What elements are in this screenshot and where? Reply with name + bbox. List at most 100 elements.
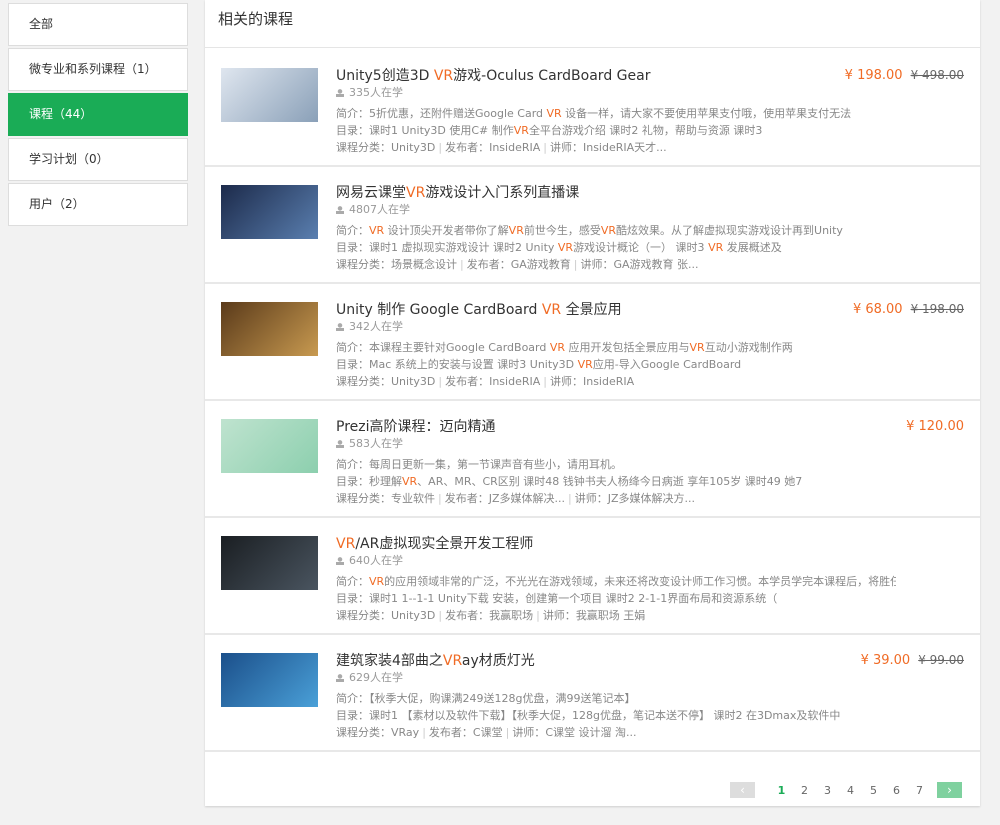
page-link[interactable]: 6 xyxy=(885,784,908,797)
page-link[interactable]: 7 xyxy=(908,784,931,797)
toc-label: 目录： xyxy=(336,475,369,488)
course-thumbnail[interactable] xyxy=(221,68,318,122)
course-thumbnail[interactable] xyxy=(221,536,318,590)
category-value[interactable]: Unity3D xyxy=(391,609,435,622)
text-segment: 课时1 【素材以及软件下载】【秋季大促，128g优盘，笔记本送不停】 课时2 在… xyxy=(369,709,841,722)
category-value[interactable]: VRay xyxy=(391,726,419,739)
teacher-label: 讲师： xyxy=(580,258,614,271)
teacher-value[interactable]: JZ多媒体解决方... xyxy=(608,492,695,505)
prev-page-button[interactable]: ‹ xyxy=(730,782,755,798)
sidebar-item[interactable]: 用户（2） xyxy=(8,183,188,226)
highlight-keyword: VR xyxy=(549,341,566,354)
sidebar-item[interactable]: 学习计划（0） xyxy=(8,138,188,181)
course-toc: 目录：课时1 Unity3D 使用C# 制作VR全平台游戏介绍 课时2 礼物，帮… xyxy=(336,122,896,139)
sidebar-item[interactable]: 课程（44） xyxy=(8,93,188,136)
separator: | xyxy=(438,609,443,622)
teacher-value[interactable]: GA游戏教育 张... xyxy=(614,258,699,271)
course-intro: 简介：5折优惠，还附件赠送Google Card VR 设备一样，请大家不要使用… xyxy=(336,105,896,122)
toc-label: 目录： xyxy=(336,592,369,605)
separator: | xyxy=(438,375,443,388)
page-link[interactable]: 4 xyxy=(839,784,862,797)
page-link[interactable]: 5 xyxy=(862,784,885,797)
page-link[interactable]: 2 xyxy=(793,784,816,797)
intro-label: 简介： xyxy=(336,575,369,588)
page-link[interactable]: 3 xyxy=(816,784,839,797)
publisher-value[interactable]: C课堂 xyxy=(473,726,503,739)
course-thumbnail[interactable] xyxy=(221,302,318,356)
course-toc: 目录：课时1 1--1-1 Unity下载 安装，创建第一个项目 课时2 2-1… xyxy=(336,590,896,607)
highlight-keyword: VR xyxy=(557,241,574,254)
publisher-label: 发布者： xyxy=(444,492,489,505)
category-value[interactable]: Unity3D xyxy=(391,141,435,154)
course-title[interactable]: Unity 制作 Google CardBoard VR 全景应用 xyxy=(336,300,896,320)
learner-count: 629人在学 xyxy=(336,671,896,685)
sidebar-item[interactable]: 微专业和系列课程（1） xyxy=(8,48,188,91)
course-toc: 目录：Mac 系统上的安装与设置 课时3 Unity3D VR应用-导入Goog… xyxy=(336,356,896,373)
next-page-button[interactable]: › xyxy=(937,782,962,798)
course-title[interactable]: VR/AR虚拟现实全景开发工程师 xyxy=(336,534,896,554)
course-item[interactable]: Unity 制作 Google CardBoard VR 全景应用 342人在学简… xyxy=(205,284,980,401)
teacher-value[interactable]: InsideRIA xyxy=(583,375,634,388)
separator: | xyxy=(568,492,572,505)
text-segment: 游戏设计概论（一） 课时3 xyxy=(573,241,709,254)
price: ¥ 68.00 ¥ 198.00 xyxy=(853,302,964,317)
user-icon xyxy=(336,440,344,448)
category-value[interactable]: 专业软件 xyxy=(391,492,435,505)
course-title[interactable]: Prezi高阶课程：迈向精通 xyxy=(336,417,896,437)
original-price: ¥ 99.00 xyxy=(918,653,964,667)
text-segment: 5折优惠，还附件赠送Google Card xyxy=(369,107,547,120)
publisher-value[interactable]: GA游戏教育 xyxy=(511,258,571,271)
publisher-value[interactable]: InsideRIA xyxy=(489,141,540,154)
teacher-label: 讲师： xyxy=(574,492,608,505)
publisher-label: 发布者： xyxy=(445,609,490,622)
category-value[interactable]: 场景概念设计 xyxy=(391,258,457,271)
highlight-keyword: VR xyxy=(442,653,462,669)
separator: | xyxy=(543,375,547,388)
sidebar-item[interactable]: 全部 xyxy=(8,3,188,46)
text-segment: 游戏-Oculus CardBoard Gear xyxy=(453,68,651,84)
course-meta: 课程分类：专业软件 | 发布者：JZ多媒体解决... | 讲师：JZ多媒体解决方... xyxy=(336,490,896,507)
course-thumbnail[interactable] xyxy=(221,419,318,473)
teacher-label: 讲师： xyxy=(549,375,583,388)
course-item[interactable]: VR/AR虚拟现实全景开发工程师 640人在学 简介：VR的应用领域非常的广泛，不光… xyxy=(205,518,980,635)
highlight-keyword: VR xyxy=(406,185,426,201)
course-intro: 简介：VR的应用领域非常的广泛，不光光在游戏领域，未来还将改变设计师工作习惯。本… xyxy=(336,573,896,590)
current-price: ¥ 198.00 xyxy=(844,68,903,83)
highlight-keyword: VR xyxy=(546,107,562,120)
course-item[interactable]: Unity5创造3D VR游戏-Oculus CardBoard Gear 335… xyxy=(205,50,980,167)
publisher-value[interactable]: JZ多媒体解决... xyxy=(489,492,565,505)
course-meta: 课程分类：场景概念设计 | 发布者：GA游戏教育 | 讲师：GA游戏教育 张... xyxy=(336,256,896,273)
course-item[interactable]: 建筑家装4部曲之VRay材质灯光 629人在学 简介：【秋季大促，购课满249送12… xyxy=(205,635,980,752)
teacher-value[interactable]: 我赢职场 王娟 xyxy=(576,609,646,622)
course-title[interactable]: Unity5创造3D VR游戏-Oculus CardBoard Gear xyxy=(336,66,896,86)
text-segment: 设备一样，请大家不要使用苹果支付哦，使用苹果支付无法 xyxy=(561,107,852,120)
course-title[interactable]: 网易云课堂VR游戏设计入门系列直播课 xyxy=(336,183,896,203)
separator: | xyxy=(573,258,578,271)
category-label: 课程分类： xyxy=(336,141,391,154)
course-toc: 目录：课时1 虚拟现实游戏设计 课时2 Unity VR游戏设计概论（一） 课时… xyxy=(336,239,896,256)
learner-count: 342人在学 xyxy=(336,320,896,334)
page-link[interactable]: 1 xyxy=(770,784,793,797)
category-value[interactable]: Unity3D xyxy=(391,375,435,388)
current-price: ¥ 39.00 xyxy=(860,653,911,668)
course-thumbnail[interactable] xyxy=(221,185,318,239)
course-item[interactable]: Prezi高阶课程：迈向精通 583人在学 简介：每周日更新一集，第一节课声音有些小… xyxy=(205,401,980,518)
course-thumbnail[interactable] xyxy=(221,653,318,707)
current-price: ¥ 68.00 xyxy=(852,302,903,317)
course-info: Prezi高阶课程：迈向精通 583人在学 简介：每周日更新一集，第一节课声音有些小… xyxy=(336,417,896,507)
teacher-value[interactable]: InsideRIA天才... xyxy=(583,141,667,154)
toc-label: 目录： xyxy=(336,241,369,254)
separator: | xyxy=(543,141,547,154)
learner-count: 640人在学 xyxy=(336,554,896,568)
learner-count: 583人在学 xyxy=(336,437,896,451)
toc-label: 目录： xyxy=(336,124,369,137)
publisher-label: 发布者： xyxy=(445,141,490,154)
publisher-value[interactable]: InsideRIA xyxy=(489,375,540,388)
course-item[interactable]: 网易云课堂VR游戏设计入门系列直播课 4807人在学 简介：VR 设计顶尖开发者带你… xyxy=(205,167,980,284)
user-icon xyxy=(336,557,344,565)
teacher-value[interactable]: C课堂 设计溜 淘... xyxy=(545,726,636,739)
publisher-value[interactable]: 我赢职场 xyxy=(489,609,533,622)
text-segment: Unity5创造3D xyxy=(336,68,434,84)
course-meta: 课程分类：Unity3D | 发布者：InsideRIA | 讲师：InsideRIA天… xyxy=(336,139,896,156)
course-title[interactable]: 建筑家装4部曲之VRay材质灯光 xyxy=(336,651,896,671)
